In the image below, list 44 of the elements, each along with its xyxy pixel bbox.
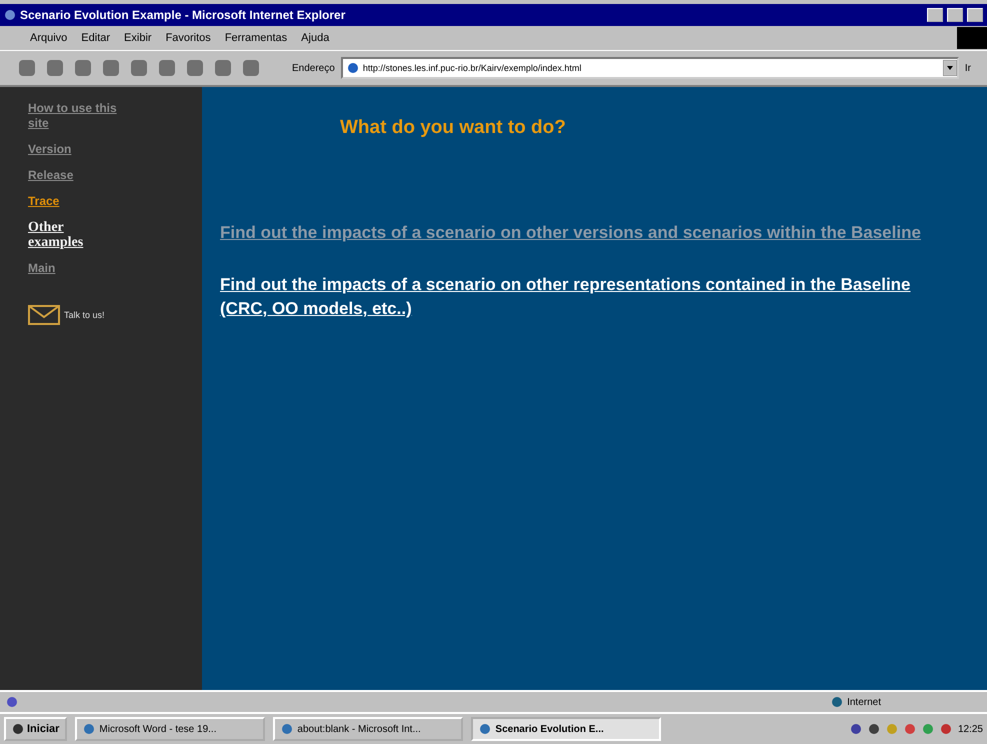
content-link[interactable]: Find out the impacts of a scenario on other representations contained in the Baseline (CRC, OO models, etc..) xyxy=(220,273,957,321)
menu-item[interactable]: Arquivo xyxy=(30,32,68,44)
tray-icon xyxy=(850,723,862,735)
page-heading: What do you want to do? xyxy=(340,117,567,139)
window-title: Scenario Evolution Example - Microsoft Internet Explorer xyxy=(20,8,346,22)
zone-indicator: Internet xyxy=(831,696,881,708)
app-icon xyxy=(281,723,294,735)
page-icon xyxy=(6,696,18,708)
app-icon xyxy=(83,723,96,735)
sidebar-link[interactable]: How to use this site xyxy=(28,101,118,131)
app-icon xyxy=(479,723,492,735)
sidebar-link[interactable]: Release xyxy=(28,168,118,183)
menu-item[interactable]: Ajuda xyxy=(301,32,330,44)
taskbar-button[interactable]: Scenario Evolution E... xyxy=(471,717,662,741)
taskbar-button[interactable]: Microsoft Word - tese 19... xyxy=(75,717,266,741)
close-button[interactable] xyxy=(967,8,983,22)
envelope-icon[interactable] xyxy=(28,305,60,325)
menu-item[interactable]: Editar xyxy=(81,32,110,44)
app-icon xyxy=(4,9,16,21)
sidebar-link[interactable]: Version xyxy=(28,142,118,157)
dropdown-icon[interactable] xyxy=(942,60,957,76)
sidebar-link[interactable]: Other examples xyxy=(28,220,118,250)
minimize-button[interactable] xyxy=(927,8,943,22)
taskbar-button[interactable]: about:blank - Microsoft Int... xyxy=(273,717,464,741)
globe-icon xyxy=(831,696,844,708)
contact-link[interactable]: Talk to us! xyxy=(64,310,105,320)
sidebar-link[interactable]: Trace xyxy=(28,194,118,209)
clock: 12:25 xyxy=(958,724,983,734)
menu-item[interactable]: Ferramentas xyxy=(224,32,288,44)
tray-icon xyxy=(886,723,898,735)
start-button[interactable]: Iniciar xyxy=(4,717,68,741)
menu-item[interactable]: Favoritos xyxy=(166,32,211,44)
logo-icon xyxy=(957,27,987,49)
go-button[interactable]: Ir xyxy=(964,62,971,74)
tray-icon xyxy=(868,723,880,735)
tray-icon xyxy=(940,723,952,735)
tray-icon xyxy=(904,723,916,735)
address-field[interactable]: http://stones.les.inf.puc-rio.br/Kairv/exemplo/index.html xyxy=(340,57,959,79)
address-label: Endereço xyxy=(292,62,335,74)
tray-icon xyxy=(922,723,934,735)
page-icon xyxy=(346,62,359,74)
maximize-button[interactable] xyxy=(947,8,963,22)
menu-item[interactable]: Exibir xyxy=(124,32,152,44)
sidebar-link[interactable]: Main xyxy=(28,261,118,276)
